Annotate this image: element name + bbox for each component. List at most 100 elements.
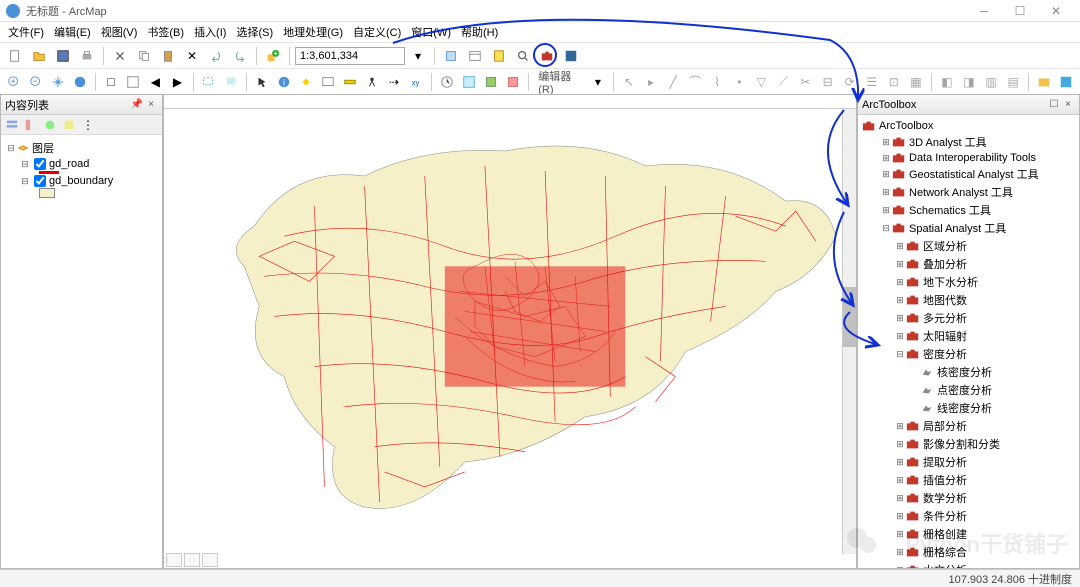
menu-window[interactable]: 窗口(W) — [407, 22, 455, 42]
toolbox-node[interactable]: ⊞地下水分析 — [862, 273, 1075, 291]
toc-list-by-selection[interactable] — [60, 116, 78, 134]
table-of-contents-button[interactable] — [464, 45, 486, 67]
open-button[interactable] — [28, 45, 50, 67]
menu-selection[interactable]: 选择(S) — [232, 22, 277, 42]
toolbox-node[interactable]: ⊞Data Interoperability Tools — [862, 151, 1075, 165]
toolbox-node[interactable]: ⊟密度分析 — [862, 345, 1075, 363]
tree-toggle[interactable]: ⊞ — [894, 529, 906, 540]
copy-button[interactable] — [133, 45, 155, 67]
toc-root-layers[interactable]: ⊟ 图层 — [5, 139, 158, 157]
menu-edit[interactable]: 编辑(E) — [50, 22, 95, 42]
toc-options[interactable]: ⋮ — [79, 116, 97, 134]
tree-toggle[interactable]: ⊞ — [894, 421, 906, 432]
data-view-tab[interactable] — [166, 553, 182, 567]
toolbox-node[interactable]: ⊞栅格综合 — [862, 543, 1075, 561]
print-button[interactable] — [76, 45, 98, 67]
tree-toggle[interactable]: ⊞ — [894, 277, 906, 288]
toolbox-node[interactable]: ⊟Spatial Analyst 工具 — [862, 219, 1075, 237]
fixed-zoom-in-button[interactable] — [101, 71, 121, 93]
toolbox-node[interactable]: ⊞区域分析 — [862, 237, 1075, 255]
pan-button[interactable] — [48, 71, 68, 93]
tree-toggle[interactable]: ⊞ — [894, 241, 906, 252]
tree-toggle[interactable]: ⊞ — [894, 565, 906, 569]
toc-layer-gd-boundary[interactable]: ⊟ gd_boundary — [5, 174, 158, 188]
refresh-button[interactable] — [481, 71, 501, 93]
toolbox-node[interactable]: ⊞Network Analyst 工具 — [862, 183, 1075, 201]
python-button[interactable] — [560, 45, 582, 67]
toc-layer-gd-road-check[interactable] — [34, 158, 46, 170]
tree-toggle[interactable]: ⊞ — [894, 511, 906, 522]
tree-toggle[interactable]: ⊞ — [894, 457, 906, 468]
toc-layer-gd-road[interactable]: ⊟ gd_road — [5, 157, 158, 171]
tree-toggle[interactable]: ⊞ — [880, 153, 892, 164]
close-button[interactable]: ✕ — [1038, 1, 1074, 21]
add-data-button[interactable] — [262, 45, 284, 67]
tree-toggle[interactable]: ⊟ — [894, 349, 906, 360]
undo-button[interactable] — [205, 45, 227, 67]
toolbox-node[interactable]: ⊞Schematics 工具 — [862, 201, 1075, 219]
toc-close-button[interactable]: × — [144, 98, 158, 112]
toolbox-node[interactable]: ⊞数学分析 — [862, 489, 1075, 507]
tree-toggle[interactable]: ⊞ — [880, 205, 892, 216]
menu-bookmarks[interactable]: 书签(B) — [143, 22, 188, 42]
toc-pin-button[interactable]: 📌 — [130, 98, 144, 112]
map-canvas[interactable] — [164, 95, 856, 568]
create-viewer-button[interactable] — [459, 71, 479, 93]
editor-toolbar-button[interactable] — [440, 45, 462, 67]
toolbox-node[interactable]: ⊞多元分析 — [862, 309, 1075, 327]
menu-help[interactable]: 帮助(H) — [457, 22, 502, 42]
toolbox-node[interactable]: ⊞提取分析 — [862, 453, 1075, 471]
tree-toggle[interactable]: ⊞ — [894, 547, 906, 558]
zoom-in-button[interactable] — [4, 71, 24, 93]
search-window[interactable] — [1056, 71, 1076, 93]
menu-view[interactable]: 视图(V) — [97, 22, 142, 42]
scale-dropdown[interactable]: ▾ — [407, 45, 429, 67]
map-view[interactable] — [163, 94, 857, 569]
toolbox-node[interactable]: ⊞栅格创建 — [862, 525, 1075, 543]
toolbox-node[interactable]: ⊞影像分割和分类 — [862, 435, 1075, 453]
toolbox-node[interactable]: ⊞局部分析 — [862, 417, 1075, 435]
find-button[interactable] — [362, 71, 382, 93]
redo-button[interactable] — [229, 45, 251, 67]
editor-dropdown[interactable]: ▾ — [588, 71, 608, 93]
full-extent-button[interactable] — [70, 71, 90, 93]
tree-toggle[interactable]: ⊟ — [880, 223, 892, 234]
measure-button[interactable] — [340, 71, 360, 93]
toc-list-by-source[interactable] — [22, 116, 40, 134]
paste-button[interactable] — [157, 45, 179, 67]
time-slider-button[interactable] — [437, 71, 457, 93]
back-extent-button[interactable]: ◀ — [145, 71, 165, 93]
search-button[interactable] — [512, 45, 534, 67]
zoom-out-button[interactable] — [26, 71, 46, 93]
toolbox-node[interactable]: ⊞叠加分析 — [862, 255, 1075, 273]
arctoolbox-button[interactable] — [536, 45, 558, 67]
select-features-button[interactable] — [198, 71, 218, 93]
cut-button[interactable] — [109, 45, 131, 67]
tree-toggle[interactable]: ⊞ — [894, 331, 906, 342]
menu-geoprocessing[interactable]: 地理处理(G) — [279, 22, 347, 42]
hyperlink-button[interactable] — [296, 71, 316, 93]
scale-input[interactable] — [295, 47, 405, 65]
layout-view-tab[interactable] — [184, 553, 200, 567]
find-route-button[interactable]: ⇢ — [384, 71, 404, 93]
tree-toggle[interactable]: ⊞ — [894, 439, 906, 450]
menu-insert[interactable]: 插入(I) — [190, 22, 230, 42]
select-pointer-button[interactable] — [252, 71, 272, 93]
html-popup-button[interactable] — [318, 71, 338, 93]
toolbox-node[interactable]: 点密度分析 — [862, 381, 1075, 399]
toolbox-node[interactable]: ⊞地图代数 — [862, 291, 1075, 309]
forward-extent-button[interactable]: ▶ — [167, 71, 187, 93]
toolbox-node[interactable]: ⊞太阳辐射 — [862, 327, 1075, 345]
tree-toggle[interactable]: ⊞ — [880, 169, 892, 180]
minimize-button[interactable]: ─ — [966, 1, 1002, 21]
toc-list-by-visibility[interactable] — [41, 116, 59, 134]
toolbox-node[interactable]: ⊞Geostatistical Analyst 工具 — [862, 165, 1075, 183]
arctoolbox-close-button[interactable]: × — [1061, 98, 1075, 112]
tree-toggle[interactable]: ⊞ — [894, 493, 906, 504]
catalog-window[interactable] — [1034, 71, 1054, 93]
toolbox-node[interactable]: 线密度分析 — [862, 399, 1075, 417]
go-to-xy-button[interactable]: xy — [406, 71, 426, 93]
new-button[interactable] — [4, 45, 26, 67]
identify-button[interactable]: i — [274, 71, 294, 93]
toc-layer-gd-boundary-check[interactable] — [34, 175, 46, 187]
